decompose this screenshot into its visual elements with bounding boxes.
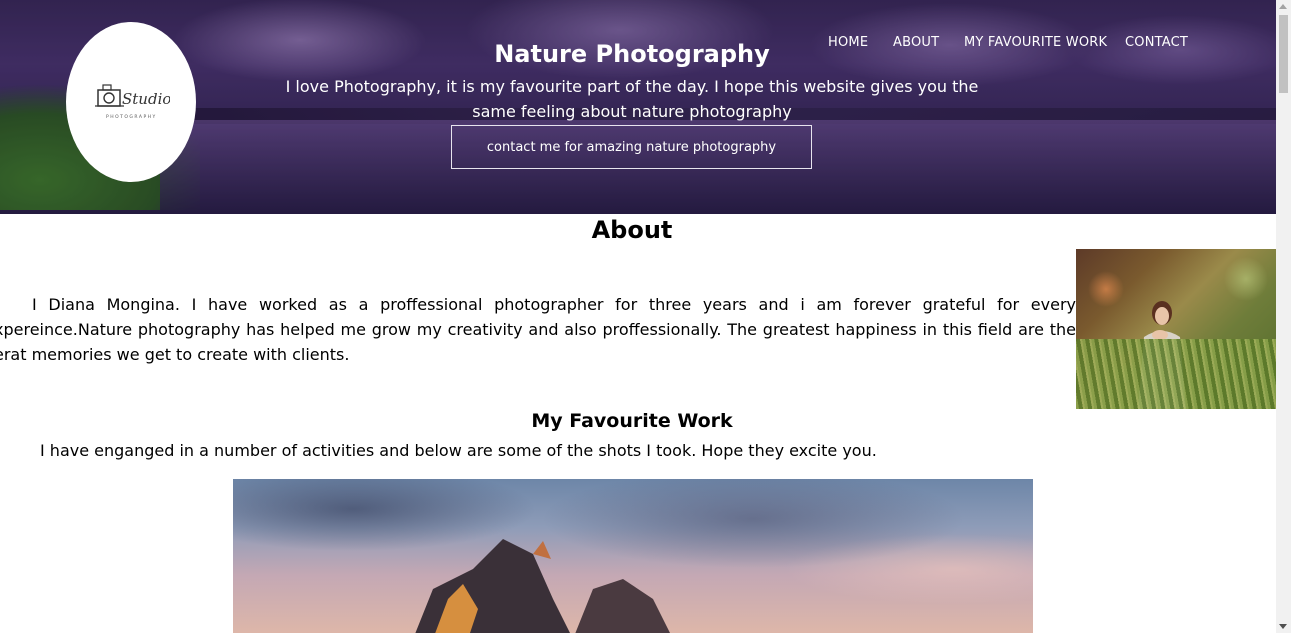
- about-paragraph: I Diana Mongina. I have worked as a prof…: [0, 295, 1076, 364]
- scroll-down-arrow-icon[interactable]: [1279, 624, 1287, 629]
- scroll-up-arrow-icon[interactable]: [1279, 4, 1287, 9]
- favourite-work-heading: My Favourite Work: [531, 410, 733, 432]
- scrollbar-thumb[interactable]: [1279, 15, 1288, 93]
- logo-wordmark: Studio: [122, 90, 170, 108]
- hero-header: Studio PHOTOGRAPHY HOME ABOUT MY FAVOURI…: [0, 0, 1276, 214]
- favourite-work-image: [233, 479, 1033, 633]
- mountain-landscape-icon: [415, 539, 670, 633]
- vertical-scrollbar[interactable]: [1276, 0, 1291, 633]
- about-portrait-image: [1076, 249, 1276, 409]
- hero-title: Nature Photography: [494, 40, 770, 68]
- favourite-work-intro: I have enganged in a number of activitie…: [40, 441, 877, 460]
- page: Studio PHOTOGRAPHY HOME ABOUT MY FAVOURI…: [0, 0, 1276, 633]
- camera-logo-icon: Studio PHOTOGRAPHY: [95, 84, 170, 120]
- logo-subtext: PHOTOGRAPHY: [106, 114, 157, 120]
- contact-me-button[interactable]: contact me for amazing nature photograph…: [451, 125, 812, 169]
- hero-description: I love Photography, it is my favourite p…: [285, 77, 979, 121]
- about-heading: About: [591, 216, 673, 244]
